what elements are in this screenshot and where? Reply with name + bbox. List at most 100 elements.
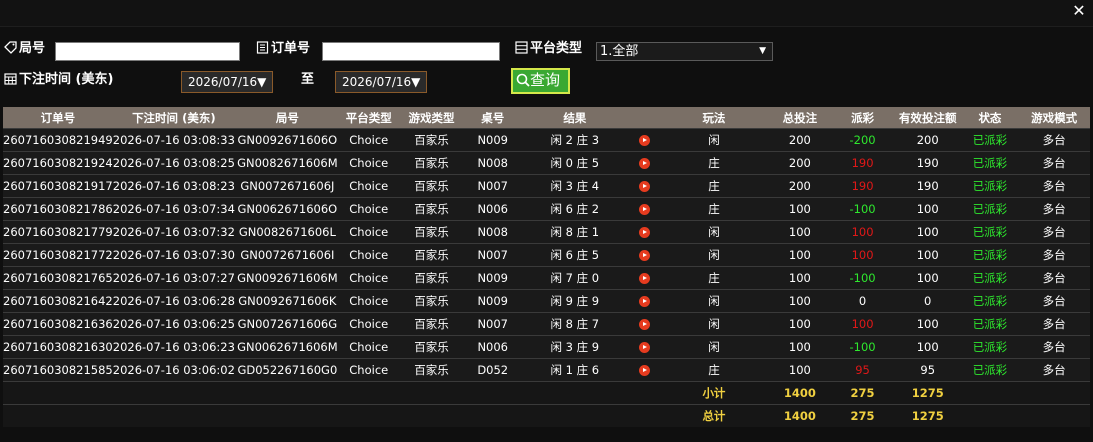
cell-platform: Choice: [339, 220, 398, 244]
cell-table: N008: [465, 220, 521, 244]
cell-platform: Choice: [339, 197, 398, 221]
cell-payout: 100: [831, 220, 894, 244]
cell-play: 庄: [659, 197, 769, 221]
cell-table: N006: [465, 197, 521, 221]
query-button[interactable]: 查询: [511, 68, 570, 94]
header-result: 结果: [520, 107, 630, 129]
date-to-picker[interactable]: 2026/07/16▼: [335, 71, 427, 93]
play-video-icon[interactable]: [638, 273, 650, 284]
cell-status: 已派彩: [961, 174, 1019, 198]
cell-bet: 200: [768, 128, 832, 152]
cell-order: 260716030821779: [3, 220, 113, 244]
cell-time: 2026-07-16 03:06:25: [112, 312, 235, 336]
cell-status: 已派彩: [961, 312, 1019, 336]
table-row: 260716030821917 2026-07-16 03:08:23 GN0072…: [3, 174, 1090, 198]
cell-table: N007: [465, 243, 521, 267]
cell-play: 闲: [659, 289, 769, 313]
cell-valid: 100: [893, 335, 962, 359]
cell-valid: 190: [893, 151, 962, 175]
subtotal-valid: 1275: [893, 381, 962, 405]
cell-play: 庄: [659, 358, 769, 382]
cell-game: 百家乐: [397, 174, 466, 198]
cell-time: 2026-07-16 03:08:33: [112, 128, 235, 152]
cell-payout: -100: [831, 197, 894, 221]
cell-table: N008: [465, 151, 521, 175]
total-row: 总计 1400 275 1275: [3, 404, 1090, 427]
cell-result: 闲 3 庄 4: [520, 174, 630, 198]
to-label: 至: [301, 72, 315, 87]
title-bar: ✕: [0, 0, 1093, 27]
table-row: 260716030821585 2026-07-16 03:06:02 GD0522…: [3, 358, 1090, 382]
play-video-icon[interactable]: [638, 135, 650, 146]
play-video-icon[interactable]: [638, 319, 650, 330]
replay-cell: [629, 151, 660, 175]
empty-cell: [234, 381, 340, 405]
close-icon[interactable]: ✕: [1070, 2, 1088, 20]
empty-cell: [465, 404, 521, 427]
replay-cell: [629, 335, 660, 359]
cell-game: 百家乐: [397, 289, 466, 313]
play-video-icon[interactable]: [638, 227, 650, 238]
subtotal-row: 小计 1400 275 1275: [3, 381, 1090, 405]
cell-valid: 0: [893, 289, 962, 313]
replay-cell: [629, 358, 660, 382]
header-bet: 总投注: [768, 107, 832, 129]
play-video-icon[interactable]: [638, 204, 650, 215]
cell-payout: -100: [831, 335, 894, 359]
cell-status: 已派彩: [961, 243, 1019, 267]
cell-game: 百家乐: [397, 220, 466, 244]
play-video-icon[interactable]: [638, 250, 650, 261]
cell-round: GN0072671606I: [234, 243, 340, 267]
cell-bet: 100: [768, 312, 832, 336]
empty-cell: [961, 381, 1019, 405]
cell-payout: -200: [831, 128, 894, 152]
cell-payout: 0: [831, 289, 894, 313]
cell-time: 2026-07-16 03:08:23: [112, 174, 235, 198]
cell-result: 闲 3 庄 9: [520, 335, 630, 359]
header-valid: 有效投注额: [893, 107, 962, 129]
cell-game: 百家乐: [397, 335, 466, 359]
platform-select[interactable]: 1.全部 ▼: [596, 42, 773, 61]
bet-records-table: 订单号 下注时间 (美东) 局号 平台类型 游戏类型 桌号 结果 玩法 总投注 …: [3, 107, 1090, 427]
play-video-icon[interactable]: [638, 296, 650, 307]
play-video-icon[interactable]: [638, 342, 650, 353]
play-video-icon[interactable]: [638, 158, 650, 169]
cell-valid: 100: [893, 243, 962, 267]
replay-cell: [629, 312, 660, 336]
empty-cell: [3, 404, 113, 427]
table-row: 260716030821786 2026-07-16 03:07:34 GN0062…: [3, 197, 1090, 221]
cell-mode: 多台: [1018, 174, 1090, 198]
empty-cell: [234, 404, 340, 427]
round-input[interactable]: [55, 42, 240, 61]
empty-cell: [397, 404, 466, 427]
total-label: 总计: [659, 404, 769, 427]
cell-table: N009: [465, 289, 521, 313]
cell-table: N007: [465, 312, 521, 336]
chevron-down-icon: ▼: [759, 46, 766, 56]
list-icon: [515, 41, 528, 54]
play-video-icon[interactable]: [638, 181, 650, 192]
empty-cell: [1018, 404, 1090, 427]
subtotal-bet: 1400: [768, 381, 832, 405]
calendar-icon: [4, 73, 17, 85]
header-time: 下注时间 (美东): [112, 107, 235, 129]
cell-time: 2026-07-16 03:07:30: [112, 243, 235, 267]
play-video-icon[interactable]: [638, 365, 650, 376]
header-table: 桌号: [465, 107, 521, 129]
cell-result: 闲 1 庄 6: [520, 358, 630, 382]
cell-status: 已派彩: [961, 358, 1019, 382]
subtotal-payout: 275: [831, 381, 894, 405]
total-valid: 1275: [893, 404, 962, 427]
cell-bet: 200: [768, 151, 832, 175]
order-input[interactable]: [322, 42, 500, 61]
cell-valid: 100: [893, 266, 962, 290]
cell-result: 闲 7 庄 0: [520, 266, 630, 290]
cell-bet: 100: [768, 243, 832, 267]
search-icon: [516, 73, 530, 87]
cell-mode: 多台: [1018, 197, 1090, 221]
cell-mode: 多台: [1018, 243, 1090, 267]
date-from-picker[interactable]: 2026/07/16▼: [181, 71, 273, 93]
replay-cell: [629, 220, 660, 244]
cell-order: 260716030821772: [3, 243, 113, 267]
cell-result: 闲 9 庄 9: [520, 289, 630, 313]
